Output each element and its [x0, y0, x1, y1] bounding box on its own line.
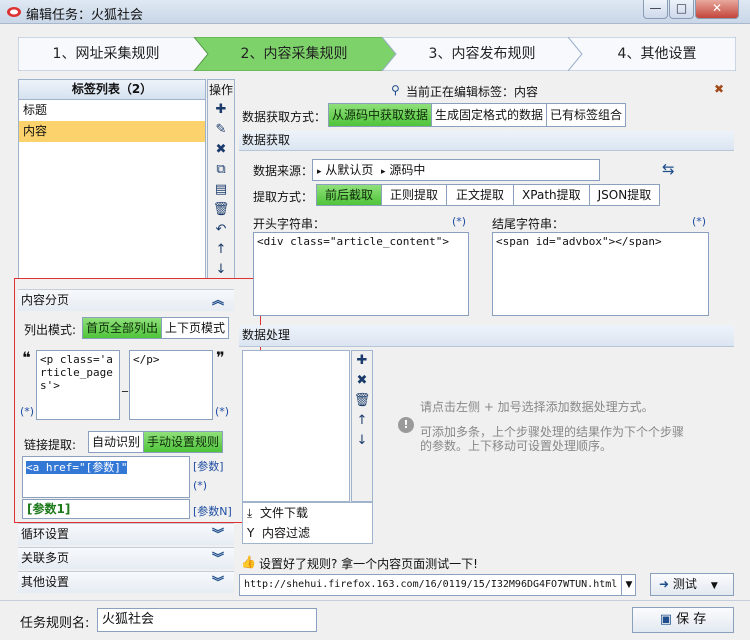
maximize-button[interactable]: □	[669, 0, 694, 19]
step-content-rules[interactable]: 2、内容采集规则	[204, 37, 384, 71]
end-string-label: 结尾字符串：	[492, 217, 565, 231]
add-icon[interactable]: ✚	[208, 100, 234, 120]
tag-operations-bar: 操作 ✚ ✎ ✖ ⧉ ▤ 🗑 ↶ ↑ ↓	[207, 79, 235, 279]
method-toggle: 前后截取 正则提取 正文提取 XPath提取 JSON提取	[316, 184, 661, 206]
save-button[interactable]: ▣ 保 存	[632, 607, 734, 633]
play-icon: ➜	[659, 577, 670, 591]
fetch-mode-label: 数据获取方式：	[242, 110, 327, 124]
section-title: 循环设置	[21, 527, 70, 541]
location-pin-icon: ⚲	[391, 83, 400, 97]
source-label: 数据来源：	[253, 164, 314, 178]
section-other-settings[interactable]: 其他设置 ︾	[18, 571, 234, 593]
add-process-icon[interactable]: ✚	[352, 351, 372, 371]
fetch-fixed-format[interactable]: 生成固定格式的数据	[432, 104, 548, 126]
process-type-item[interactable]: ⤓ 文件下载	[243, 503, 372, 523]
move-down-process-icon[interactable]: ↓	[352, 431, 372, 451]
download-icon: ⤓	[247, 506, 253, 520]
app-logo-icon	[7, 7, 21, 17]
ops-title: 操作	[208, 83, 233, 97]
step-other-settings[interactable]: 4、其他设置	[578, 37, 736, 71]
tag-list-panel: 标签列表（2） 标题 内容	[18, 79, 206, 279]
expand-icon[interactable]: ︾	[212, 572, 224, 593]
data-fetch-header: 数据获取	[239, 131, 734, 151]
section-loop-settings[interactable]: 循环设置 ︾	[18, 523, 234, 545]
method-xpath[interactable]: XPath提取	[514, 185, 590, 205]
save-icon: ▣	[659, 612, 672, 627]
process-hint-1: 请点击左侧 + 加号选择添加数据处理方式。	[420, 400, 654, 414]
end-string-textarea[interactable]: <span id="advbox"></span>	[492, 232, 709, 316]
source-part[interactable]: 源码中	[389, 163, 425, 177]
url-dropdown-icon[interactable]: ▼	[621, 575, 636, 595]
process-ops: ✚ ✖ 🗑 ↑ ↓	[351, 350, 373, 502]
move-up-icon[interactable]: ↑	[208, 240, 234, 260]
method-between[interactable]: 前后截取	[317, 185, 383, 205]
fetch-mode-toggle: 从源码中获取数据 生成固定格式的数据 已有标签组合	[328, 103, 627, 127]
thumb-up-icon: 👍	[241, 555, 256, 569]
edit-icon[interactable]: ✎	[208, 120, 234, 140]
section-title: 其他设置	[21, 575, 70, 589]
delete-icon[interactable]: ✖	[208, 140, 234, 160]
info-icon: !	[398, 417, 414, 433]
paste-icon[interactable]: ▤	[208, 180, 234, 200]
method-body[interactable]: 正文提取	[447, 185, 515, 205]
fetch-from-source[interactable]: 从源码中获取数据	[329, 104, 433, 126]
start-wildcard[interactable]: (*)	[452, 215, 466, 228]
method-label: 提取方式：	[253, 190, 314, 204]
expand-icon[interactable]: ︾	[212, 524, 224, 545]
move-down-icon[interactable]: ↓	[208, 260, 234, 280]
path-arrow-icon: ▸	[317, 167, 322, 177]
tag-item[interactable]: 标题	[19, 100, 205, 121]
window-title: 编辑任务：火狐社会	[26, 8, 144, 23]
data-process-header: 数据处理	[239, 325, 734, 347]
filter-icon: Y	[247, 526, 255, 540]
test-prompt: 设置好了规则? 拿一个内容页面测试一下!	[259, 557, 478, 571]
refresh-icon[interactable]: ⇆	[662, 160, 675, 178]
fetch-tag-combo[interactable]: 已有标签组合	[547, 104, 625, 126]
close-button[interactable]: ✕	[695, 0, 739, 19]
process-type-menu: ⤓ 文件下载 Y 内容过滤	[242, 502, 373, 544]
minimize-button[interactable]: —	[643, 0, 668, 19]
path-arrow-icon: ▸	[381, 167, 386, 177]
highlight-box	[14, 278, 261, 523]
test-dropdown-icon[interactable]: ▼	[711, 581, 718, 591]
move-up-process-icon[interactable]: ↑	[352, 411, 372, 431]
delete-process-icon[interactable]: ✖	[352, 371, 372, 391]
tag-list-header: 标签列表（2）	[19, 80, 205, 100]
source-part[interactable]: 从默认页	[325, 163, 373, 177]
step-publish-rules[interactable]: 3、内容发布规则	[392, 37, 572, 71]
source-path-field[interactable]: ▸ 从默认页 ▸ 源码中	[312, 159, 600, 181]
step-wizard: 1、网址采集规则 2、内容采集规则 3、内容发布规则 4、其他设置	[18, 37, 736, 71]
test-button[interactable]: ➜ 测试 ▼	[650, 573, 734, 596]
trash-process-icon[interactable]: 🗑	[352, 391, 372, 411]
undo-icon[interactable]: ↶	[208, 220, 234, 240]
tag-item-selected[interactable]: 内容	[19, 121, 205, 142]
task-name-input[interactable]: 火狐社会	[97, 608, 317, 632]
task-name-label: 任务规则名:	[20, 616, 90, 631]
close-editing-icon[interactable]: ✖	[714, 82, 724, 96]
process-hint-2: 可添加多条，上个步骤处理的结果作为下个个步骤的参数。上下移动可设置处理顺序。	[420, 425, 685, 453]
process-type-item[interactable]: Y 内容过滤	[243, 523, 372, 543]
start-string-label: 开头字符串：	[253, 217, 326, 231]
trash-icon[interactable]: 🗑	[208, 200, 234, 220]
title-bar: 编辑任务：火狐社会 — □ ✕	[0, 0, 750, 24]
section-linked-pages[interactable]: 关联多页 ︾	[18, 547, 234, 569]
method-regex[interactable]: 正则提取	[382, 185, 448, 205]
step-url-rules[interactable]: 1、网址采集规则	[18, 37, 194, 71]
method-json[interactable]: JSON提取	[590, 185, 660, 205]
end-wildcard[interactable]: (*)	[692, 215, 706, 228]
expand-icon[interactable]: ︾	[212, 548, 224, 569]
editing-label: 当前正在编辑标签：内容	[406, 85, 539, 99]
test-url-input[interactable]: http://shehui.firefox.163.com/16/0119/15…	[239, 574, 636, 596]
section-title: 关联多页	[21, 551, 70, 565]
start-string-textarea[interactable]: <div class="article_content">	[253, 232, 469, 316]
process-list[interactable]	[242, 350, 350, 502]
copy-icon[interactable]: ⧉	[208, 160, 234, 180]
